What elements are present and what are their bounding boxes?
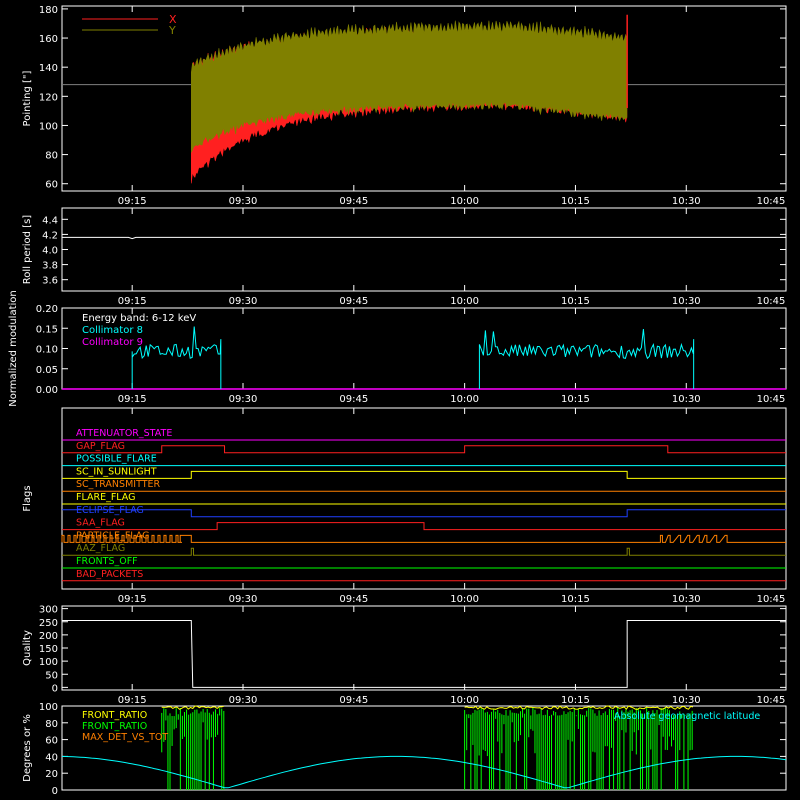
x-tick-label: 10:00 <box>450 695 479 706</box>
x-tick-label: 10:30 <box>672 695 701 706</box>
y-tick-label: 140 <box>39 63 58 74</box>
x-tick-label: 10:30 <box>672 196 701 207</box>
x-tick-label: 10:00 <box>450 594 479 605</box>
y-tick-label: 3.8 <box>42 261 58 272</box>
x-tick-label: 10:15 <box>561 196 590 207</box>
y-tick-label: 250 <box>39 618 58 629</box>
x-tick-label: 10:15 <box>561 695 590 706</box>
x-tick-label: 10:45 <box>757 394 786 405</box>
legend-label: Collimator 8 <box>82 325 143 336</box>
x-tick-label: 09:45 <box>339 594 368 605</box>
x-tick-label: 09:15 <box>118 594 147 605</box>
y-tick-label: 80 <box>45 151 58 162</box>
x-tick-label: 10:45 <box>757 695 786 706</box>
x-tick-label: 09:45 <box>339 196 368 207</box>
flag-label: SAA_FLAG <box>76 518 125 529</box>
x-tick-label: 09:45 <box>339 394 368 405</box>
x-tick-label: 09:30 <box>229 695 258 706</box>
legend-label: FRONT_RATIO <box>82 721 147 732</box>
x-tick-label: 09:45 <box>339 296 368 307</box>
y-tick-label: 0.05 <box>36 365 58 376</box>
legend-label: Y <box>168 24 176 37</box>
flag-label: BAD_PACKETS <box>76 569 143 580</box>
y-tick-label: 4.4 <box>42 215 58 226</box>
y-tick-label: 40 <box>45 752 58 763</box>
y-axis-label: Roll period [s] <box>22 215 33 284</box>
y-tick-label: 3.6 <box>42 276 58 287</box>
x-tick-label: 09:45 <box>339 695 368 706</box>
legend-label: Absolute geomagnetic latitude <box>614 711 760 722</box>
flag-label: ATTENUATOR_STATE <box>76 428 172 439</box>
y-tick-label: 60 <box>45 180 58 191</box>
x-tick-label: 10:30 <box>672 594 701 605</box>
x-tick-label: 10:45 <box>757 196 786 207</box>
x-tick-label: 09:15 <box>118 196 147 207</box>
x-tick-label: 10:00 <box>450 296 479 307</box>
y-tick-label: 4.2 <box>42 230 58 241</box>
y-tick-label: 0.15 <box>36 324 58 335</box>
y-tick-label: 60 <box>45 736 58 747</box>
legend-label: MAX_DET_VS_TOT <box>82 732 168 743</box>
x-tick-label: 09:30 <box>229 394 258 405</box>
flag-label: FRONTS_OFF <box>76 556 138 567</box>
x-tick-label: 09:15 <box>118 394 147 405</box>
y-tick-label: 100 <box>39 657 58 668</box>
y-axis-label: Pointing ["] <box>22 70 33 126</box>
x-tick-label: 09:15 <box>118 296 147 307</box>
y-tick-label: 20 <box>45 769 58 780</box>
y-tick-label: 0 <box>52 786 58 797</box>
y-tick-label: 0.00 <box>36 385 58 396</box>
x-tick-label: 10:00 <box>450 394 479 405</box>
y-tick-label: 0.20 <box>36 304 58 315</box>
flag-label: FLARE_FLAG <box>76 492 136 503</box>
x-tick-label: 10:15 <box>561 594 590 605</box>
y-tick-label: 300 <box>39 605 58 616</box>
y-tick-label: 150 <box>39 644 58 655</box>
y-tick-label: 180 <box>39 5 58 16</box>
y-axis-label: Normalized modulation <box>8 290 19 407</box>
x-tick-label: 10:15 <box>561 394 590 405</box>
y-axis-label: Quality <box>22 630 33 666</box>
y-tick-label: 160 <box>39 34 58 45</box>
legend-label: Collimator 9 <box>82 337 143 348</box>
y-axis-label: Degrees or % <box>22 714 33 782</box>
y-tick-label: 200 <box>39 631 58 642</box>
y-tick-label: 0.10 <box>36 345 58 356</box>
x-tick-label: 10:30 <box>672 296 701 307</box>
y-tick-label: 50 <box>45 670 58 681</box>
x-tick-label: 09:30 <box>229 196 258 207</box>
flag-label: GAP_FLAG <box>76 441 125 452</box>
flag-label: POSSIBLE_FLARE <box>76 454 157 465</box>
flag-label: AAZ_FLAG <box>76 543 125 554</box>
legend-label: FRONT_RATIO <box>82 710 147 721</box>
x-tick-label: 10:30 <box>672 394 701 405</box>
y-tick-label: 100 <box>39 702 58 713</box>
y-tick-label: 80 <box>45 719 58 730</box>
flag-label: SC_TRANSMITTER <box>76 479 161 490</box>
x-tick-label: 10:45 <box>757 296 786 307</box>
x-tick-label: 09:30 <box>229 594 258 605</box>
x-tick-label: 10:15 <box>561 296 590 307</box>
figure: 60 80 100 120 140 160 180 09:15 09:30 09:45 10:00 1… <box>0 0 800 800</box>
x-tick-label: 10:45 <box>757 594 786 605</box>
x-tick-label: 09:15 <box>118 695 147 706</box>
flag-label: SC_IN_SUNLIGHT <box>76 466 157 477</box>
legend-title: Energy band: 6-12 keV <box>82 313 196 324</box>
x-tick-label: 10:00 <box>450 196 479 207</box>
y-tick-label: 120 <box>39 92 58 103</box>
x-tick-label: 09:30 <box>229 296 258 307</box>
y-tick-label: 0 <box>52 683 58 694</box>
y-tick-label: 100 <box>39 121 58 132</box>
y-axis-label: Flags <box>22 485 33 511</box>
y-tick-label: 4.0 <box>42 246 58 257</box>
